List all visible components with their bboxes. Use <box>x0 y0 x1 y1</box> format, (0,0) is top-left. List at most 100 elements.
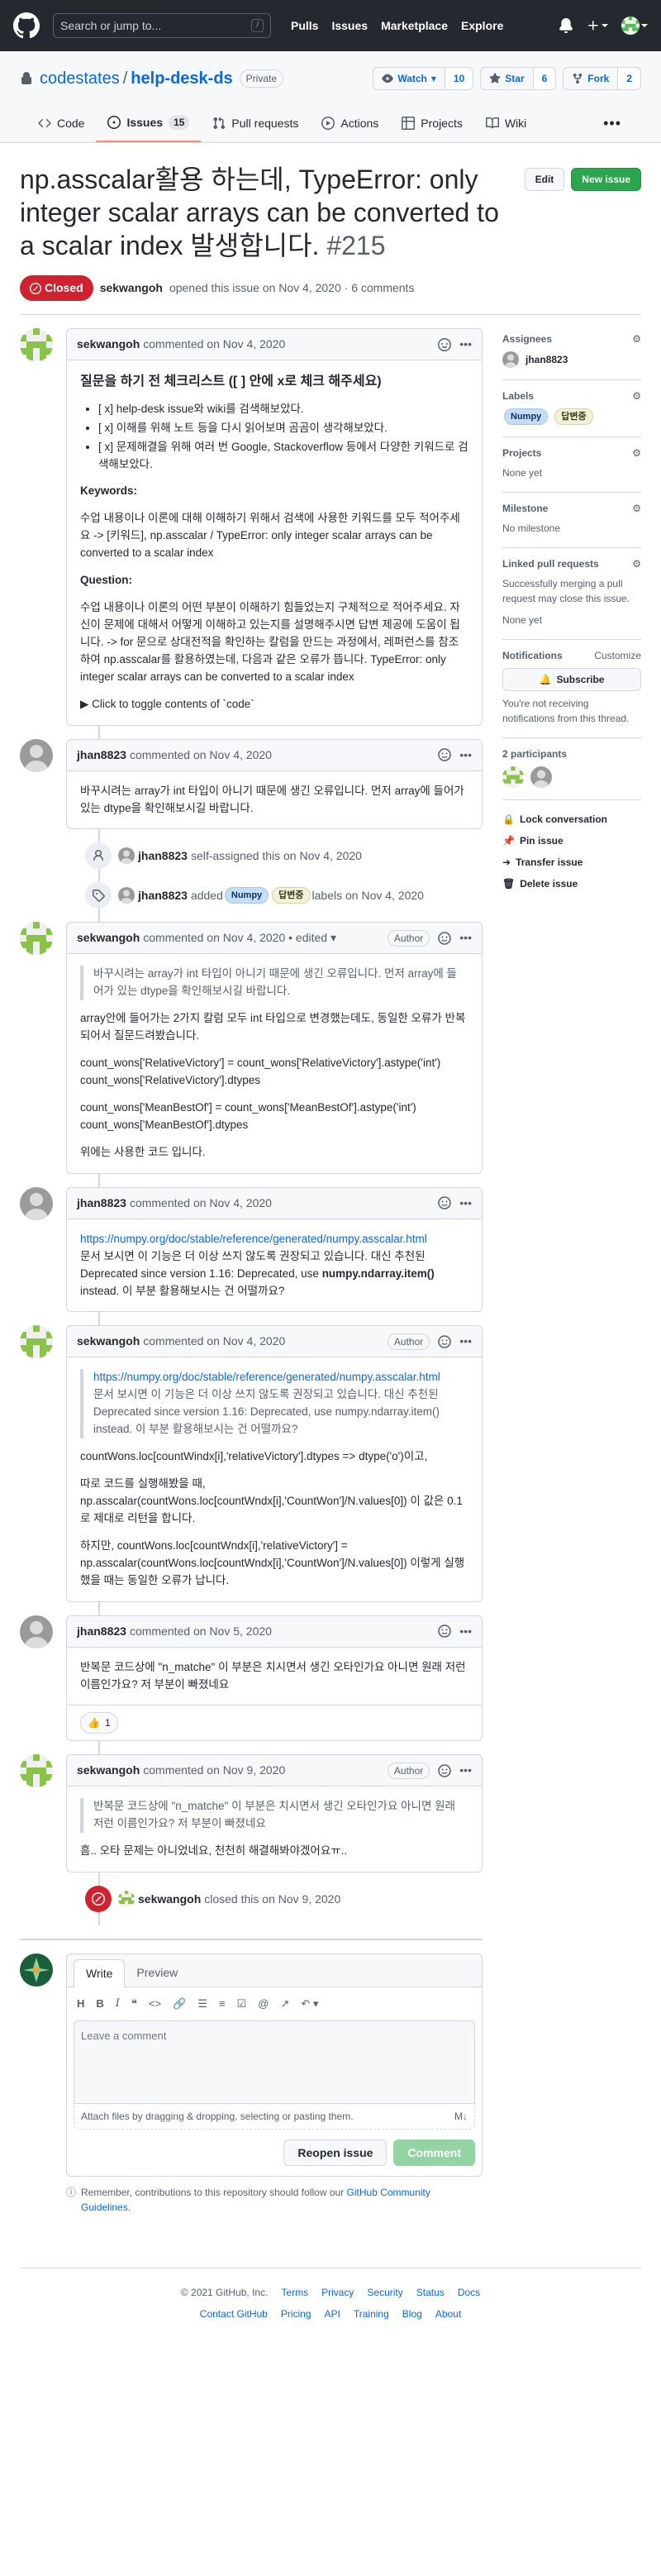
footer-link[interactable]: Terms <box>281 2285 308 2300</box>
mention-icon[interactable]: @ <box>258 1996 269 2012</box>
footer-link[interactable]: Pricing <box>281 2306 311 2321</box>
avatar[interactable] <box>118 887 135 904</box>
comment-textarea[interactable]: Leave a comment <box>74 2020 475 2103</box>
kebab-menu-icon[interactable]: ••• <box>459 1762 472 1779</box>
gear-icon[interactable]: ⚙ <box>632 389 641 403</box>
nav-explore[interactable]: Explore <box>461 17 503 35</box>
avatar[interactable] <box>118 847 135 865</box>
edit-button[interactable]: Edit <box>524 168 565 191</box>
footer-link[interactable]: Training <box>354 2306 389 2321</box>
comment-date[interactable]: commented on Nov 4, 2020 <box>143 336 285 353</box>
gear-icon[interactable]: ⚙ <box>632 332 641 346</box>
smiley-icon[interactable] <box>438 337 452 351</box>
tab-code[interactable]: Code <box>26 104 96 142</box>
nav-pulls[interactable]: Pulls <box>291 17 318 35</box>
avatar[interactable] <box>20 1325 53 1359</box>
reaction-button[interactable]: 👍 1 <box>80 1712 118 1734</box>
label-answered[interactable]: 답변중 <box>272 887 311 904</box>
nav-marketplace[interactable]: Marketplace <box>381 17 448 35</box>
assignees-label[interactable]: Assignees <box>502 332 552 346</box>
markdown-icon[interactable]: M↓ <box>454 2109 468 2124</box>
tasklist-icon[interactable]: ☑ <box>237 1996 247 2012</box>
footer-link[interactable]: Docs <box>458 2285 480 2300</box>
search-input[interactable]: Search or jump to... / <box>53 13 271 38</box>
watch-count[interactable]: 10 <box>445 68 473 89</box>
doc-link[interactable]: https://numpy.org/doc/stable/reference/g… <box>80 1233 427 1245</box>
projects-label[interactable]: Projects <box>502 446 541 460</box>
avatar[interactable] <box>20 738 53 772</box>
kebab-menu-icon[interactable]: ••• <box>459 747 472 764</box>
cross-reference-icon[interactable]: ↗ <box>280 1996 289 2012</box>
star-button[interactable]: Star 6 <box>480 67 557 90</box>
pin-issue[interactable]: 📌 Pin issue <box>502 833 641 848</box>
preview-tab[interactable]: Preview <box>125 1959 189 1987</box>
kebab-menu-icon[interactable]: ••• <box>459 1195 472 1212</box>
comment-button[interactable]: Comment <box>393 2139 475 2166</box>
unordered-list-icon[interactable]: ☰ <box>197 1996 207 2012</box>
avatar[interactable] <box>502 351 519 368</box>
write-tab[interactable]: Write <box>74 1959 126 1988</box>
tab-actions[interactable]: Actions <box>310 104 390 142</box>
kebab-menu-icon[interactable]: ••• <box>459 1623 472 1640</box>
edited-indicator[interactable]: • edited <box>288 929 327 947</box>
labels-label[interactable]: Labels <box>502 389 534 403</box>
user-menu[interactable] <box>621 17 648 35</box>
bell-icon[interactable] <box>559 18 573 33</box>
comment-date[interactable]: commented on Nov 4, 2020 <box>130 747 272 764</box>
reopen-issue-button[interactable]: Reopen issue <box>283 2139 388 2166</box>
link-icon[interactable]: 🔗 <box>173 1996 186 2012</box>
event-author[interactable]: jhan8823 <box>138 847 188 865</box>
gear-icon[interactable]: ⚙ <box>632 501 641 516</box>
smiley-icon[interactable] <box>438 1335 452 1348</box>
comment-date[interactable]: commented on Nov 9, 2020 <box>143 1762 285 1779</box>
avatar[interactable] <box>20 328 53 361</box>
fork-count[interactable]: 2 <box>618 68 640 89</box>
doc-link[interactable]: https://numpy.org/doc/stable/reference/g… <box>93 1371 440 1383</box>
code-toggle[interactable]: ▶ Click to toggle contents of `code` <box>80 696 468 713</box>
participant-avatar[interactable] <box>502 766 524 788</box>
label-numpy[interactable]: Numpy <box>504 408 549 425</box>
smiley-icon[interactable] <box>438 1624 452 1638</box>
comment-author[interactable]: sekwangoh <box>77 929 140 947</box>
assignee-name[interactable]: jhan8823 <box>525 352 568 367</box>
bold-icon[interactable]: B <box>96 1996 103 2012</box>
tab-wiki[interactable]: Wiki <box>474 104 538 142</box>
comment-author[interactable]: sekwangoh <box>77 1762 140 1779</box>
repo-name-link[interactable]: help-desk-ds <box>131 66 232 91</box>
kebab-menu-icon[interactable]: ••• <box>459 1333 472 1350</box>
ordered-list-icon[interactable]: ≡ <box>219 1996 226 2012</box>
nav-issues[interactable]: Issues <box>331 17 368 35</box>
github-logo-icon[interactable] <box>13 12 40 39</box>
milestone-label[interactable]: Milestone <box>502 501 548 516</box>
italic-icon[interactable]: I <box>116 1996 120 2012</box>
star-count[interactable]: 6 <box>533 68 556 89</box>
delete-issue[interactable]: 🗑 Delete issue <box>502 876 641 891</box>
avatar[interactable] <box>20 1186 53 1220</box>
comment-author[interactable]: sekwangoh <box>77 336 140 353</box>
comment-author[interactable]: jhan8823 <box>77 1195 126 1212</box>
label-numpy[interactable]: Numpy <box>224 887 269 904</box>
create-new-menu[interactable] <box>587 19 608 32</box>
fork-button[interactable]: Fork 2 <box>563 67 641 90</box>
event-author[interactable]: sekwangoh <box>138 1891 201 1908</box>
quote-icon[interactable]: ❝ <box>131 1996 137 2012</box>
comment-author[interactable]: jhan8823 <box>77 747 126 764</box>
gear-icon[interactable]: ⚙ <box>632 446 641 460</box>
footer-link[interactable]: About <box>435 2306 461 2321</box>
transfer-issue[interactable]: ➜ Transfer issue <box>502 855 641 870</box>
event-author[interactable]: jhan8823 <box>138 887 188 904</box>
comment-date[interactable]: commented on Nov 4, 2020 <box>130 1195 272 1212</box>
participant-avatar[interactable] <box>530 766 552 788</box>
gear-icon[interactable]: ⚙ <box>632 556 641 571</box>
more-tabs-icon[interactable]: ••• <box>603 104 641 142</box>
smiley-icon[interactable] <box>438 932 452 945</box>
issue-author[interactable]: sekwangoh <box>100 279 163 297</box>
kebab-menu-icon[interactable]: ••• <box>459 336 472 353</box>
footer-link[interactable]: Contact GitHub <box>200 2306 268 2321</box>
comment-date[interactable]: commented on Nov 5, 2020 <box>130 1623 272 1640</box>
lock-conversation[interactable]: 🔒 Lock conversation <box>502 812 641 827</box>
heading-icon[interactable]: H <box>77 1996 84 2012</box>
repo-owner-link[interactable]: codestates <box>40 66 120 91</box>
smiley-icon[interactable] <box>438 1196 452 1210</box>
comment-author[interactable]: sekwangoh <box>77 1333 140 1350</box>
